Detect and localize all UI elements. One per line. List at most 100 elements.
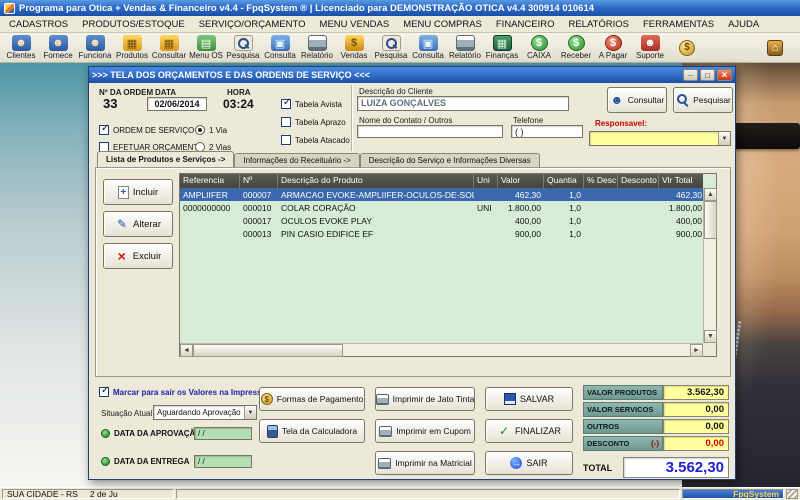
price-table-tabela-atacado[interactable]: Tabela Atacado xyxy=(281,133,350,147)
menu-ajuda[interactable]: AJUDA xyxy=(721,17,766,32)
toolbar-button-a-pagar[interactable]: A Pagar xyxy=(595,34,631,62)
toolbar-button-caixa[interactable]: CAIXA xyxy=(521,34,557,62)
calculator-button[interactable]: Tela da Calculadora xyxy=(259,419,365,443)
toolbar-button-relatorio[interactable]: Relatório xyxy=(447,34,483,62)
minimize-button[interactable] xyxy=(683,69,698,81)
maximize-button[interactable] xyxy=(700,69,715,81)
payment-methods-button[interactable]: Formas de Pagamento xyxy=(259,387,365,411)
status-dropdown[interactable]: Aguardando Aprovação ▼ xyxy=(153,405,257,420)
resize-grip[interactable] xyxy=(786,489,798,499)
toolbar-button-funciona[interactable]: Funciona xyxy=(77,34,113,62)
chevron-down-icon: ▼ xyxy=(718,132,730,145)
grid-cell: 000010 xyxy=(240,203,278,213)
scroll-left-icon[interactable]: ◄ xyxy=(180,344,193,357)
print-dotmatrix-button[interactable]: Imprimir na Matricial xyxy=(375,451,475,475)
client-input[interactable]: LUIZA GONÇALVES xyxy=(357,96,569,111)
menu-produtos-estoque[interactable]: PRODUTOS/ESTOQUE xyxy=(75,17,192,32)
people-icon xyxy=(49,35,68,51)
grid-column-quantia: Quantia xyxy=(544,174,584,188)
incluir-button[interactable]: Incluir xyxy=(103,179,173,205)
horizontal-scrollbar[interactable]: ◄ ► xyxy=(180,343,703,356)
tab-lista-de-produtos-e-servicos[interactable]: Lista de Produtos e Serviços -> xyxy=(97,151,234,167)
consultar-button[interactable]: Consultar xyxy=(607,87,667,113)
date-field[interactable]: 02/06/2014 xyxy=(147,97,207,111)
toolbar-button-relatorio[interactable]: Relatório xyxy=(299,34,335,62)
total-row-valor-produtos: VALOR PRODUTOS3.562,30 xyxy=(583,385,729,400)
print-values-marcar-para-sair-os-valores-na-impressao[interactable]: Marcar para sair os Valores na Impressão xyxy=(99,385,271,399)
print-inkjet-button[interactable]: Imprimir de Jato Tinta xyxy=(375,387,475,411)
grid-row[interactable]: 000017OCULOS EVOKE PLAY400,001,0400,00 xyxy=(180,214,703,227)
save-button[interactable]: SALVAR xyxy=(485,387,573,411)
toolbar-button-consultar[interactable]: Consultar xyxy=(151,34,187,62)
toolbar-button-pesquisa[interactable]: Pesquisa xyxy=(225,34,261,62)
scroll-up-icon[interactable]: ▲ xyxy=(704,188,717,201)
toolbar-button-menu-os[interactable]: Menu OS xyxy=(188,34,224,62)
printer-icon xyxy=(376,394,389,405)
grid-row[interactable]: AMPLIIFER000007ARMACAO EVOKE-AMPLIIFER-O… xyxy=(180,188,703,201)
pesquisar-button[interactable]: Pesquisar xyxy=(673,87,733,113)
scrollbar-thumb[interactable] xyxy=(193,344,343,357)
vertical-divider xyxy=(351,85,353,151)
toolbar-button-suporte[interactable]: Suporte xyxy=(632,34,668,62)
excluir-button[interactable]: Excluir xyxy=(103,243,173,269)
toolbar-button-consulta[interactable]: Consulta xyxy=(262,34,298,62)
grid-body: AMPLIIFER000007ARMACAO EVOKE-AMPLIIFER-O… xyxy=(180,188,703,343)
total-row-outros: OUTROS0,00 xyxy=(583,419,729,434)
vertical-scrollbar[interactable]: ▲ ▼ xyxy=(703,188,716,343)
grid-cell: 400,00 xyxy=(498,216,544,226)
total-value-valor-produtos: 3.562,30 xyxy=(663,385,729,400)
alterar-button[interactable]: Alterar xyxy=(103,211,173,237)
grid-row[interactable]: 000013PIN CASIO EDIFICE EF900,001,0900,0… xyxy=(180,227,703,240)
scroll-right-icon[interactable]: ► xyxy=(690,344,703,357)
toolbar-button-pesquisa[interactable]: Pesquisa xyxy=(373,34,409,62)
scrollbar-thumb[interactable] xyxy=(704,201,717,239)
delivery-date-label: DATA DA ENTREGA xyxy=(114,457,190,466)
toolbar-button-coin[interactable] xyxy=(669,34,705,62)
status-bar: SUA CIDADE - RS 2 de Ju FpqSystem xyxy=(0,487,800,500)
price-table-tabela-avista[interactable]: Tabela Avista xyxy=(281,97,350,111)
contact-input[interactable] xyxy=(357,125,503,138)
toolbar-button-receber[interactable]: Receber xyxy=(558,34,594,62)
copies-1-via[interactable]: 1 Via xyxy=(195,123,231,137)
print-receipt-button[interactable]: Imprimir em Cupom xyxy=(375,419,475,443)
service-order-window: >>> TELA DOS ORÇAMENTOS E DAS ORDENS DE … xyxy=(88,66,736,480)
tab-informacoes-do-receituario[interactable]: Informações do Receituário -> xyxy=(234,153,359,167)
menu-servico-orcamento[interactable]: SERVIÇO/ORÇAMENTO xyxy=(192,17,313,32)
toolbar-button-produtos[interactable]: Produtos xyxy=(114,34,150,62)
close-button[interactable] xyxy=(717,69,732,81)
responsible-label: Responsavel: xyxy=(595,119,647,128)
menu-relatorios[interactable]: RELATÓRIOS xyxy=(561,17,636,32)
phone-input[interactable]: ( ) xyxy=(511,125,583,138)
grid-cell: 1,0 xyxy=(544,216,584,226)
tab-descricao-do-servico-e-informacoes-diversas[interactable]: Descrição do Serviço e Informações Diver… xyxy=(360,153,540,167)
app-icon xyxy=(4,3,15,14)
monitor-icon xyxy=(271,35,290,51)
responsible-dropdown[interactable]: ▼ xyxy=(589,131,731,146)
menu-ferramentas[interactable]: FERRAMENTAS xyxy=(636,17,721,32)
menu-financeiro[interactable]: FINANCEIRO xyxy=(489,17,562,32)
status-brand: FpqSystem xyxy=(682,489,784,499)
toolbar-button-vendas[interactable]: Vendas xyxy=(336,34,372,62)
status-value: Aguardando Aprovação xyxy=(157,408,241,417)
approval-date-field[interactable]: / / xyxy=(194,427,252,440)
coins-icon xyxy=(261,393,273,405)
printer-icon xyxy=(378,458,391,469)
window-titlebar: Programa para Otica + Vendas & Financeir… xyxy=(0,0,800,16)
delivery-date-field[interactable]: / / xyxy=(194,455,252,468)
scroll-down-icon[interactable]: ▼ xyxy=(704,330,717,343)
price-table-tabela-aprazo[interactable]: Tabela Aprazo xyxy=(281,115,350,129)
finalize-button[interactable]: FINALIZAR xyxy=(485,419,573,443)
exit-button[interactable]: SAIR xyxy=(485,451,573,475)
menu-menu-vendas[interactable]: MENU VENDAS xyxy=(313,17,397,32)
grid-cell: ARMACAO EVOKE-AMPLIIFER-OCULOS-DE-SOL-BE… xyxy=(278,190,474,200)
menu-menu-compras[interactable]: MENU COMPRAS xyxy=(396,17,489,32)
toolbar-button-door[interactable] xyxy=(757,34,793,62)
clipboard-icon xyxy=(197,35,216,51)
toolbar-button-financas[interactable]: Finanças xyxy=(484,34,520,62)
toolbar-button-fornece[interactable]: Fornece xyxy=(40,34,76,62)
menu-cadastros[interactable]: CADASTROS xyxy=(2,17,75,32)
grid-row[interactable]: 0000000000000010COLAR CORAÇÃOUNI1.800,00… xyxy=(180,201,703,214)
toolbar-button-clientes[interactable]: Clientes xyxy=(3,34,39,62)
toolbar-button-consulta[interactable]: Consulta xyxy=(410,34,446,62)
mode-ordem-de-servico[interactable]: ORDEM DE SERVIÇO xyxy=(99,123,204,137)
